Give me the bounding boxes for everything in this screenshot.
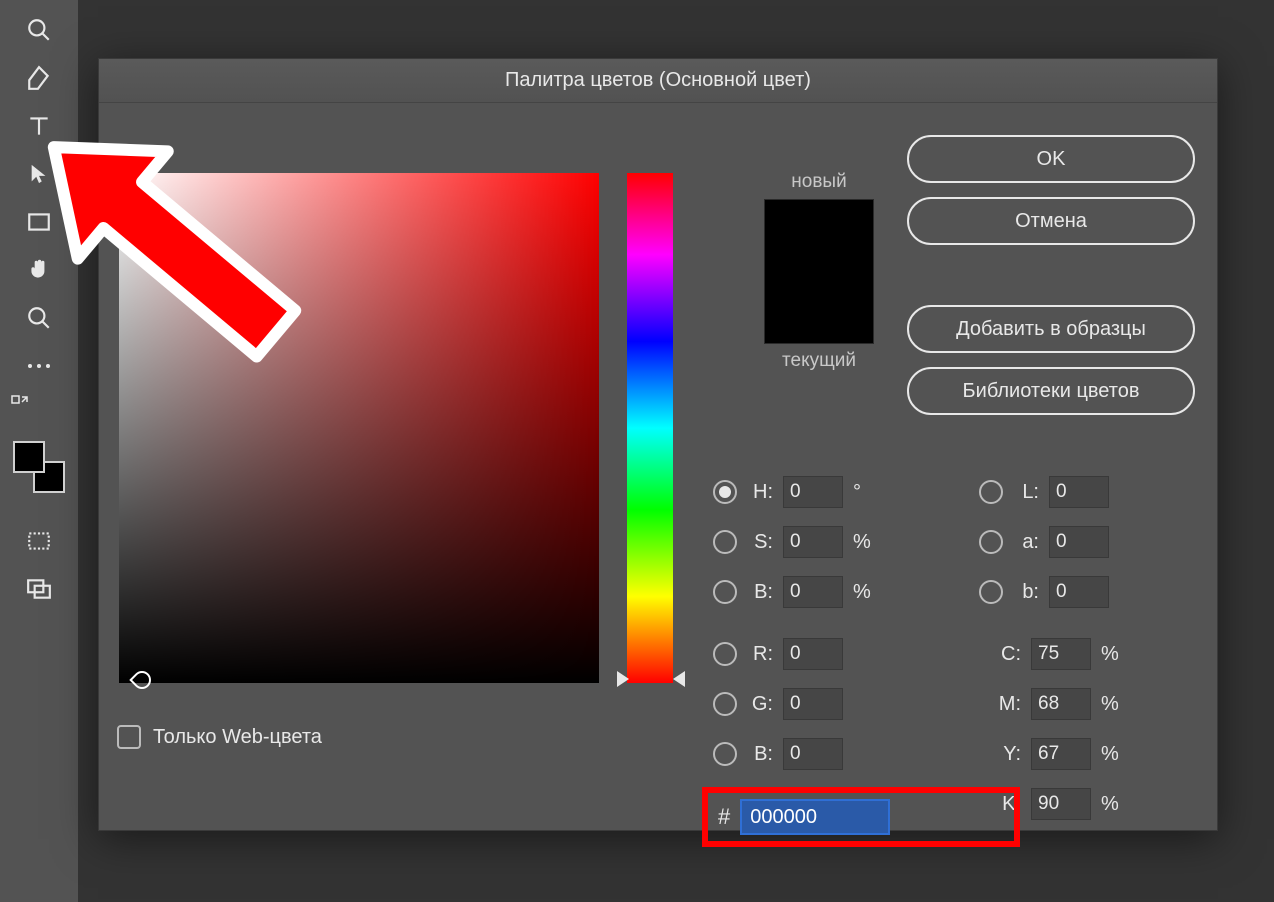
dialog-buttons: OK Отмена Добавить в образцы Библиотеки … (907, 135, 1195, 415)
label-current: текущий (719, 350, 919, 372)
hue-slider-handle-right-icon[interactable] (673, 671, 685, 687)
label-lab-b: b: (1013, 581, 1039, 604)
saturation-brightness-field[interactable] (119, 173, 599, 683)
label-L: L: (1013, 481, 1039, 504)
more-tools-icon[interactable] (11, 346, 67, 386)
unit-s: % (853, 531, 873, 554)
label-b: B: (747, 581, 773, 604)
hex-highlight-box: # (702, 787, 1020, 847)
radio-a[interactable] (979, 530, 1003, 554)
add-to-swatches-button[interactable]: Добавить в образцы (907, 305, 1195, 353)
label-webonly: Только Web-цвета (153, 726, 322, 749)
label-g: G: (747, 693, 773, 716)
unit-c: % (1101, 643, 1121, 666)
color-picker-dialog: Палитра цветов (Основной цвет) новый тек… (98, 58, 1218, 831)
label-s: S: (747, 531, 773, 554)
radio-g[interactable] (713, 692, 737, 716)
label-new: новый (719, 171, 919, 193)
radio-L[interactable] (979, 480, 1003, 504)
input-lab-b[interactable] (1049, 576, 1109, 608)
rectangle-tool-icon[interactable] (11, 202, 67, 242)
foreground-color-swatch[interactable] (13, 441, 45, 473)
zoom-tool-icon[interactable] (11, 298, 67, 338)
input-h[interactable] (783, 476, 843, 508)
type-tool-icon[interactable] (11, 106, 67, 146)
radio-b2[interactable] (713, 742, 737, 766)
cancel-button[interactable]: Отмена (907, 197, 1195, 245)
label-M: M: (979, 693, 1021, 716)
radio-r[interactable] (713, 642, 737, 666)
input-C[interactable] (1031, 638, 1091, 670)
pen-tool-icon[interactable] (11, 58, 67, 98)
hue-slider-handle-left-icon[interactable] (617, 671, 629, 687)
label-r: R: (747, 643, 773, 666)
quickmask-tool-icon[interactable] (11, 521, 67, 561)
color-libraries-button[interactable]: Библиотеки цветов (907, 367, 1195, 415)
color-preview: новый текущий (719, 171, 919, 372)
input-K[interactable] (1031, 788, 1091, 820)
input-b2[interactable] (783, 738, 843, 770)
preview-swatch[interactable] (764, 199, 874, 344)
web-only-row: Только Web-цвета (117, 725, 322, 749)
unit-k: % (1101, 793, 1121, 816)
unit-h: ° (853, 481, 873, 504)
dialog-title: Палитра цветов (Основной цвет) (99, 59, 1217, 103)
unit-m: % (1101, 693, 1121, 716)
checkbox-webonly[interactable] (117, 725, 141, 749)
swap-colors-icon[interactable] (10, 394, 30, 419)
dialog-body: новый текущий OK Отмена Добавить в образ… (99, 103, 1217, 830)
radio-h[interactable] (713, 480, 737, 504)
color-swatches[interactable] (11, 439, 67, 495)
label-b2: B: (747, 743, 773, 766)
screenmode-tool-icon[interactable] (11, 569, 67, 609)
unit-b: % (853, 581, 873, 604)
input-s[interactable] (783, 526, 843, 558)
input-hex[interactable] (740, 799, 890, 835)
magnify-tool-icon[interactable] (11, 10, 67, 50)
input-b[interactable] (783, 576, 843, 608)
lab-cmyk-fields: L: a: b: C: % M: % (979, 473, 1219, 823)
path-select-tool-icon[interactable] (11, 154, 67, 194)
input-M[interactable] (1031, 688, 1091, 720)
label-hash: # (718, 804, 730, 830)
hsb-rgb-fields: H: ° S: % B: % R: (713, 473, 988, 773)
label-Y: Y: (979, 743, 1021, 766)
label-C: C: (979, 643, 1021, 666)
sb-cursor-icon (129, 667, 154, 692)
input-Y[interactable] (1031, 738, 1091, 770)
input-g[interactable] (783, 688, 843, 720)
input-L[interactable] (1049, 476, 1109, 508)
input-r[interactable] (783, 638, 843, 670)
tools-toolbar (0, 0, 78, 902)
radio-s[interactable] (713, 530, 737, 554)
input-a[interactable] (1049, 526, 1109, 558)
radio-lab-b[interactable] (979, 580, 1003, 604)
ok-button[interactable]: OK (907, 135, 1195, 183)
radio-b[interactable] (713, 580, 737, 604)
hand-tool-icon[interactable] (11, 250, 67, 290)
hue-slider[interactable] (627, 173, 673, 683)
unit-y: % (1101, 743, 1121, 766)
label-a: a: (1013, 531, 1039, 554)
label-h: H: (747, 481, 773, 504)
